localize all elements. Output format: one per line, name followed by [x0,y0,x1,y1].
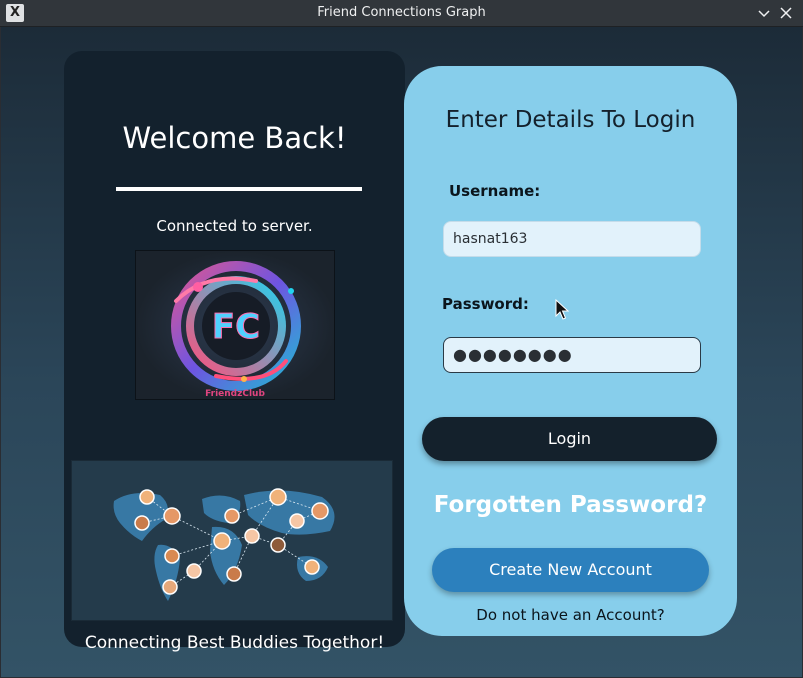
title-bar: X Friend Connections Graph [0,0,803,27]
welcome-underline [116,187,362,191]
minimize-button[interactable] [754,3,774,23]
main-window: Welcome Back! Connected to server. FC Fr… [1,27,802,677]
close-button[interactable] [776,3,796,23]
password-label: Password: [442,295,529,313]
mouse-pointer-icon [555,299,569,320]
close-icon [780,7,792,19]
logo-graphic: FC [136,251,334,399]
forgot-password-link[interactable]: Forgotten Password? [404,492,737,518]
chevron-down-icon [758,10,770,18]
password-input[interactable]: ●●●●●●●● [443,337,701,373]
welcome-heading: Welcome Back! [122,121,347,155]
welcome-panel: Welcome Back! Connected to server. FC Fr… [64,51,405,653]
logo-letters: FC [212,307,260,347]
username-label: Username: [449,182,541,200]
connection-status: Connected to server. [156,217,313,235]
no-account-text: Do not have an Account? [476,606,665,624]
username-input[interactable] [443,221,701,257]
login-heading: Enter Details To Login [445,107,696,133]
logo-caption: FriendzClub [205,389,265,399]
friends-network-illustration [71,460,393,621]
login-button[interactable]: Login [422,417,717,461]
tagline: Connecting Best Buddies Togethor! [84,633,385,653]
friendzclub-logo: FC FriendzClub [135,250,335,400]
world-network-graphic [113,488,335,601]
create-account-button[interactable]: Create New Account [432,548,709,592]
window-title: Friend Connections Graph [317,5,486,20]
login-panel: Enter Details To Login Username: Passwor… [404,66,737,636]
